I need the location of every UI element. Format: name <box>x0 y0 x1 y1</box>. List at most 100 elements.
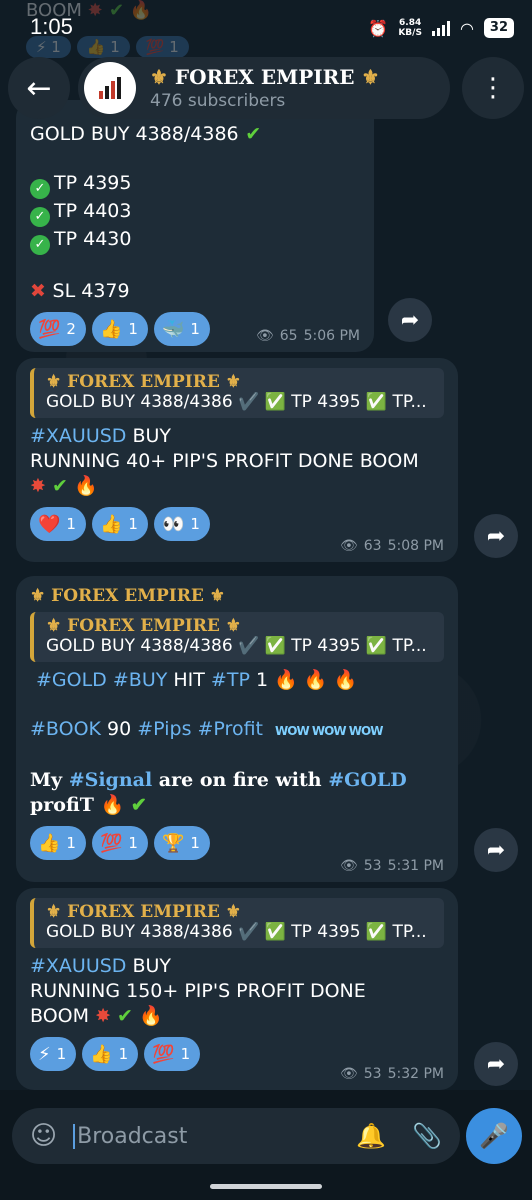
subscriber-count: 476 subscribers <box>150 91 286 111</box>
reaction-heart[interactable]: ❤️ 1 <box>30 507 86 541</box>
hashtag-link[interactable]: #Profit <box>198 718 263 740</box>
bell-icon[interactable]: 🔔 <box>356 1122 386 1150</box>
message-text-part: RUNNING 150+ PIP'S PROFIT DONE <box>30 980 366 1002</box>
status-time: 1:05 <box>30 14 73 39</box>
more-vertical-icon: ⋮ <box>480 73 506 103</box>
reaction-hundred[interactable]: 💯 1 <box>144 1037 201 1071</box>
message-text-part: RUNNING 40+ PIP'S PROFIT DONE BOOM <box>30 450 419 472</box>
sl-line: SL 4379 <box>52 280 130 302</box>
message-text: #XAUUSD BUY RUNNING 40+ PIP'S PROFIT DON… <box>30 424 444 499</box>
reaction-thumbs-up[interactable]: 👍 1 <box>91 312 148 346</box>
thumbs-up-icon: 👍 <box>99 318 123 340</box>
message-text-part: 90 <box>101 718 138 740</box>
check-mark-icon: ✔ <box>130 794 147 816</box>
reaction-count: 1 <box>190 834 200 852</box>
logo-chart-icon <box>99 77 121 99</box>
message-bubble[interactable]: ⚜ FOREX EMPIRE ⚜ GOLD BUY 4388/4386 ✔️ ✅… <box>16 888 458 1090</box>
tp-line: TP 4395 <box>54 172 132 194</box>
thumbs-up-icon: 👍 <box>99 513 123 535</box>
eye-icon: 👁 <box>255 328 274 344</box>
channel-avatar[interactable] <box>84 62 136 114</box>
reaction-hundred[interactable]: 💯 2 <box>30 312 86 346</box>
message-time: 5:08 PM <box>387 538 444 554</box>
hashtag-link[interactable]: #XAUUSD <box>30 425 126 447</box>
message-time: 5:31 PM <box>387 858 444 874</box>
message-bubble[interactable]: ⚜ FOREX EMPIRE ⚜ GOLD BUY 4388/4386 ✔️ ✅… <box>16 358 458 562</box>
share-button[interactable]: ➦ <box>474 514 518 558</box>
trophy-icon: 🏆 <box>161 832 185 854</box>
reaction-whale[interactable]: 🐳 1 <box>153 312 210 346</box>
reply-preview[interactable]: ⚜ FOREX EMPIRE ⚜ GOLD BUY 4388/4386 ✔️ ✅… <box>30 612 444 662</box>
reaction-thumbs-up[interactable]: 👍 1 <box>30 826 86 860</box>
battery-indicator: 32 <box>483 18 514 38</box>
reaction-trophy[interactable]: 🏆 1 <box>153 826 210 860</box>
hashtag-link[interactable]: #GOLD <box>328 769 407 791</box>
message-text: #GOLD #BUY HIT #TP 1 🔥 🔥 🔥 #BOOK 90 #Pip… <box>30 668 444 818</box>
eye-icon: 👁 <box>339 538 358 554</box>
microphone-button[interactable]: 🎤 <box>466 1108 522 1164</box>
hashtag-link[interactable]: #TP <box>211 669 250 691</box>
channel-name: ⚜ FOREX EMPIRE ⚜ <box>150 65 379 89</box>
message-text: #XAUUSD BUY RUNNING 150+ PIP'S PROFIT DO… <box>30 954 444 1029</box>
heart-icon: ❤️ <box>38 513 61 535</box>
reaction-count: 1 <box>180 1045 191 1063</box>
reaction-thumbs-up[interactable]: 👍 1 <box>91 507 148 541</box>
reaction-hundred[interactable]: 💯 1 <box>91 826 148 860</box>
message-text-part: are on fire with <box>152 769 329 791</box>
share-button[interactable]: ➦ <box>474 1042 518 1086</box>
message-text-part: BUY <box>126 425 172 447</box>
message-text-part: profiT <box>30 794 94 816</box>
reply-preview[interactable]: ⚜ FOREX EMPIRE ⚜ GOLD BUY 4388/4386 ✔️ ✅… <box>30 898 444 948</box>
share-arrow-icon: ➦ <box>400 307 420 333</box>
message-bubble[interactable]: GOLD BUY 4388/4386 ✔ ✓ TP 4395 ✓ TP 4403 ✓… <box>16 100 374 352</box>
reply-title: ⚜ FOREX EMPIRE ⚜ <box>46 616 434 636</box>
reactions-row: ❤️ 1 👍 1 👀 1 <box>30 507 444 541</box>
paperclip-icon[interactable]: 📎 <box>412 1122 442 1150</box>
broadcast-input[interactable] <box>73 1123 334 1149</box>
channel-info[interactable]: ⚜ FOREX EMPIRE ⚜ 476 subscribers <box>78 57 450 119</box>
net-speed-value: 6.84 <box>399 18 422 28</box>
share-button[interactable]: ➦ <box>388 298 432 342</box>
reaction-lightning[interactable]: ⚡ 1 <box>30 1037 77 1071</box>
emoji-icon[interactable]: ☺ <box>30 1121 57 1151</box>
view-count: 53 <box>363 1066 382 1082</box>
fleur-de-lis-icon: ⚜ <box>150 65 168 89</box>
message-meta: 👁 53 5:32 PM <box>340 1066 444 1082</box>
signal-line: GOLD BUY 4388/4386 <box>30 123 239 145</box>
message-text-part: HIT <box>167 669 211 691</box>
reaction-count: 2 <box>66 320 76 338</box>
reply-snippet: GOLD BUY 4388/4386 ✔️ ✅ TP 4395 ✅ TP... <box>46 922 427 942</box>
signal-icon <box>431 20 450 36</box>
reply-snippet: GOLD BUY 4388/4386 ✔️ ✅ TP 4395 ✅ TP... <box>46 392 427 412</box>
message-text-part: BOOM <box>30 1005 90 1027</box>
eyes-icon: 👀 <box>161 513 185 535</box>
check-mark-icon: ✔ <box>238 123 262 145</box>
fleur-de-lis-icon: ⚜ <box>46 616 62 636</box>
message-bubble[interactable]: ⚜ FOREX EMPIRE ⚜ ⚜ FOREX EMPIRE ⚜ GOLD B… <box>16 576 458 882</box>
share-arrow-icon: ➦ <box>486 1051 506 1077</box>
share-button[interactable]: ➦ <box>474 828 518 872</box>
message-time: 5:32 PM <box>387 1066 444 1082</box>
hashtag-link[interactable]: #XAUUSD <box>30 955 126 977</box>
reactions-row: 👍 1 💯 1 🏆 1 <box>30 826 444 860</box>
hashtag-link[interactable]: #Pips <box>137 718 191 740</box>
hashtag-link[interactable]: #BUY <box>113 669 167 691</box>
cross-icon: ✖ <box>30 280 53 302</box>
sender-name[interactable]: ⚜ FOREX EMPIRE ⚜ <box>30 586 444 606</box>
hashtag-link[interactable]: #Signal <box>69 769 153 791</box>
fleur-de-lis-icon: ⚜ <box>361 65 380 89</box>
back-button[interactable]: ← <box>8 57 70 119</box>
gesture-nav-handle[interactable] <box>210 1184 322 1189</box>
fleur-de-lis-icon: ⚜ <box>225 902 242 922</box>
reaction-eyes[interactable]: 👀 1 <box>153 507 210 541</box>
reply-preview[interactable]: ⚜ FOREX EMPIRE ⚜ GOLD BUY 4388/4386 ✔️ ✅… <box>30 368 444 418</box>
thumbs-up-icon: 👍 <box>90 1043 113 1065</box>
hashtag-link[interactable]: #GOLD <box>36 669 107 691</box>
reaction-thumbs-up[interactable]: 👍 1 <box>82 1037 139 1071</box>
more-menu-button[interactable]: ⋮ <box>462 57 524 119</box>
hashtag-link[interactable]: #BOOK <box>30 718 101 740</box>
message-time: 5:06 PM <box>303 328 360 344</box>
view-count: 65 <box>279 328 298 344</box>
reply-title: ⚜ FOREX EMPIRE ⚜ <box>46 902 434 922</box>
fire-icon: 🔥 <box>274 669 298 691</box>
